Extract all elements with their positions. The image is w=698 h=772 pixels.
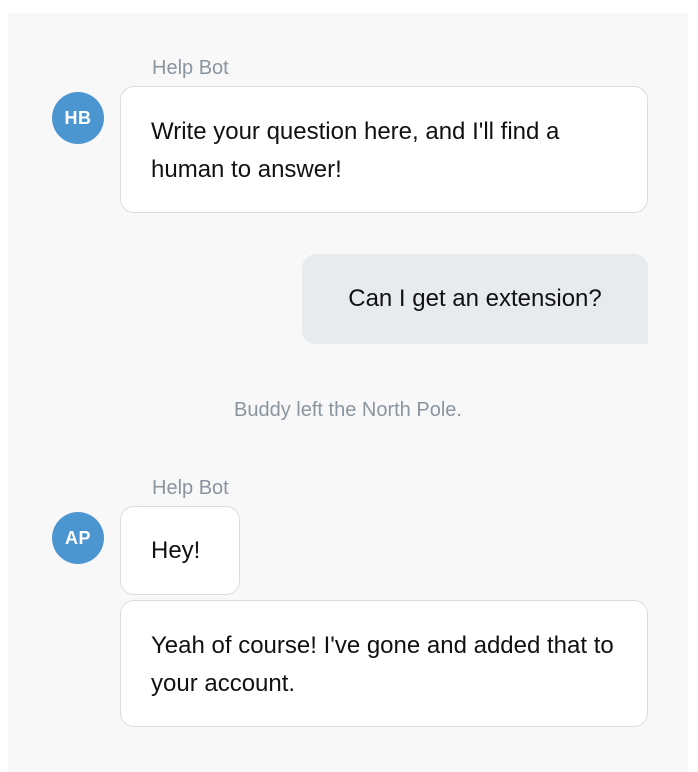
system-notification: Buddy left the North Pole. xyxy=(234,399,462,421)
bot-message-bubble: Write your question here, and I'll find … xyxy=(120,86,648,213)
avatar: HB xyxy=(52,92,104,144)
avatar: AP xyxy=(52,512,104,564)
bot-message-bubble: Hey! xyxy=(120,506,240,595)
bot-message-bubble: Yeah of course! I've gone and added that… xyxy=(120,600,648,727)
chat-panel: Help Bot HB Write your question here, an… xyxy=(8,13,688,772)
user-message-bubble: Can I get an extension? xyxy=(302,254,648,344)
sender-name: Help Bot xyxy=(152,477,229,499)
sender-name: Help Bot xyxy=(152,57,229,79)
